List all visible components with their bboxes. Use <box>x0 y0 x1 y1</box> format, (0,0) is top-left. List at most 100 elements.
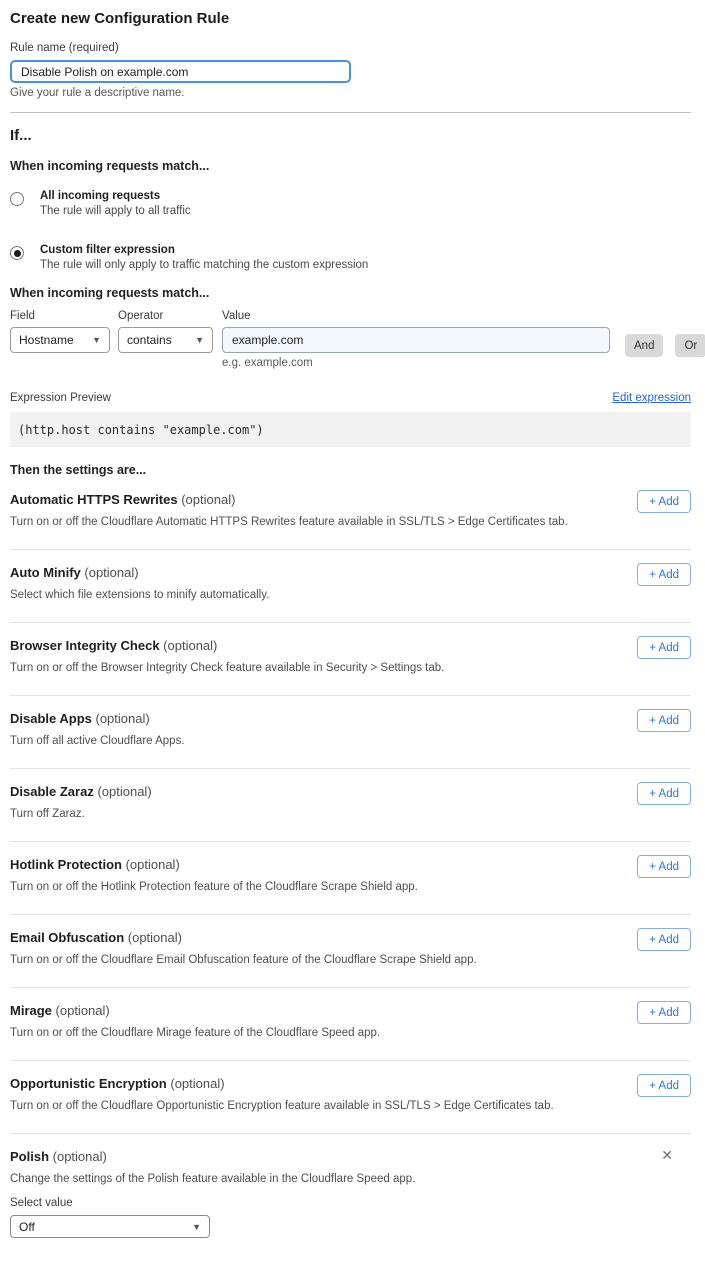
expression-builder-row: Field Hostname ▼ Operator contains ▼ Val… <box>10 310 691 369</box>
page-title: Create new Configuration Rule <box>10 10 691 27</box>
divider <box>10 112 691 113</box>
rule-name-help: Give your rule a descriptive name. <box>10 87 691 99</box>
polish-value-select[interactable]: Off ▼ <box>10 1215 210 1238</box>
radio-option-custom-filter-expression[interactable]: Custom filter expression The rule will o… <box>10 244 691 271</box>
incoming-requests-match-heading: When incoming requests match... <box>10 159 691 173</box>
close-icon[interactable]: ✕ <box>661 1148 673 1162</box>
rule-name-input[interactable] <box>10 60 351 83</box>
add-button[interactable]: + Add <box>637 928 691 951</box>
setting-optional-text: (optional) <box>181 492 235 507</box>
setting-title: Polish (optional) <box>10 1149 691 1164</box>
setting-title-text: Browser Integrity Check <box>10 638 160 653</box>
setting-section-auto-minify: Auto Minify (optional) + Add Select whic… <box>10 550 691 623</box>
setting-title: Hotlink Protection (optional) <box>10 857 691 872</box>
edit-expression-link[interactable]: Edit expression <box>612 392 691 404</box>
setting-description: Turn off all active Cloudflare Apps. <box>10 735 691 747</box>
setting-section-mirage: Mirage (optional) + Add Turn on or off t… <box>10 988 691 1061</box>
setting-title: Email Obfuscation (optional) <box>10 930 691 945</box>
add-button[interactable]: + Add <box>637 709 691 732</box>
setting-description: Turn on or off the Browser Integrity Che… <box>10 662 691 674</box>
expression-code-text: (http.host contains "example.com") <box>18 423 264 437</box>
operator-select[interactable]: contains ▼ <box>118 327 213 353</box>
add-button[interactable]: + Add <box>637 1001 691 1024</box>
field-column: Field Hostname ▼ <box>10 310 110 353</box>
setting-title-text: Polish <box>10 1149 49 1164</box>
setting-section-polish: Polish (optional) ✕ Change the settings … <box>10 1134 691 1238</box>
setting-title: Browser Integrity Check (optional) <box>10 638 691 653</box>
setting-description: Turn on or off the Cloudflare Opportunis… <box>10 1100 691 1112</box>
setting-optional-text: (optional) <box>56 1003 110 1018</box>
radio-label: Custom filter expression <box>40 244 368 256</box>
value-help: e.g. example.com <box>222 357 610 369</box>
operator-label: Operator <box>118 310 213 322</box>
chevron-down-icon: ▼ <box>92 335 101 345</box>
setting-title-text: Opportunistic Encryption <box>10 1076 167 1091</box>
create-configuration-rule-form: Create new Configuration Rule Rule name … <box>10 0 691 1238</box>
setting-description: Turn on or off the Cloudflare Email Obfu… <box>10 954 691 966</box>
setting-title-text: Hotlink Protection <box>10 857 122 872</box>
setting-description: Turn on or off the Cloudflare Automatic … <box>10 516 691 528</box>
setting-optional-text: (optional) <box>170 1076 224 1091</box>
radio-button-icon[interactable] <box>10 192 24 206</box>
setting-description: Change the settings of the Polish featur… <box>10 1173 691 1185</box>
radio-description: The rule will only apply to traffic matc… <box>40 259 368 271</box>
chevron-down-icon: ▼ <box>195 335 204 345</box>
chevron-down-icon: ▼ <box>192 1222 201 1232</box>
setting-description: Turn on or off the Hotlink Protection fe… <box>10 881 691 893</box>
setting-section-automatic-https-rewrites: Automatic HTTPS Rewrites (optional) + Ad… <box>10 477 691 550</box>
setting-section-opportunistic-encryption: Opportunistic Encryption (optional) + Ad… <box>10 1061 691 1134</box>
setting-section-browser-integrity-check: Browser Integrity Check (optional) + Add… <box>10 623 691 696</box>
value-label: Value <box>222 310 610 322</box>
setting-optional-text: (optional) <box>84 565 138 580</box>
expression-preview-header: Expression Preview Edit expression <box>10 392 691 404</box>
setting-title: Automatic HTTPS Rewrites (optional) <box>10 492 691 507</box>
add-button[interactable]: + Add <box>637 636 691 659</box>
field-select[interactable]: Hostname ▼ <box>10 327 110 353</box>
select-value-label: Select value <box>10 1197 691 1209</box>
setting-optional-text: (optional) <box>128 930 182 945</box>
setting-title-text: Disable Zaraz <box>10 784 94 799</box>
field-label: Field <box>10 310 110 322</box>
radio-option-all-incoming-requests[interactable]: All incoming requests The rule will appl… <box>10 190 691 217</box>
add-button[interactable]: + Add <box>637 782 691 805</box>
and-button[interactable]: And <box>625 334 663 357</box>
radio-button-icon-selected[interactable] <box>10 246 24 260</box>
setting-title: Auto Minify (optional) <box>10 565 691 580</box>
field-select-value: Hostname <box>19 333 74 347</box>
setting-section-disable-zaraz: Disable Zaraz (optional) + Add Turn off … <box>10 769 691 842</box>
then-settings-heading: Then the settings are... <box>10 463 691 477</box>
setting-section-hotlink-protection: Hotlink Protection (optional) + Add Turn… <box>10 842 691 915</box>
setting-title-text: Mirage <box>10 1003 52 1018</box>
setting-optional-text: (optional) <box>97 784 151 799</box>
expression-preview-code: (http.host contains "example.com") <box>10 412 691 447</box>
setting-title-text: Email Obfuscation <box>10 930 124 945</box>
add-button[interactable]: + Add <box>637 490 691 513</box>
setting-title: Disable Zaraz (optional) <box>10 784 691 799</box>
or-button[interactable]: Or <box>675 334 705 357</box>
add-button[interactable]: + Add <box>637 563 691 586</box>
setting-section-email-obfuscation: Email Obfuscation (optional) + Add Turn … <box>10 915 691 988</box>
setting-title: Mirage (optional) <box>10 1003 691 1018</box>
setting-optional-text: (optional) <box>53 1149 107 1164</box>
rule-name-label: Rule name (required) <box>10 42 691 54</box>
value-column: Value e.g. example.com <box>222 310 610 369</box>
setting-title-text: Auto Minify <box>10 565 81 580</box>
polish-select-value: Off <box>19 1220 35 1234</box>
if-heading: If... <box>10 127 691 144</box>
setting-optional-text: (optional) <box>163 638 217 653</box>
setting-title: Disable Apps (optional) <box>10 711 691 726</box>
operator-select-value: contains <box>127 333 172 347</box>
add-button[interactable]: + Add <box>637 855 691 878</box>
request-match-radio-group: All incoming requests The rule will appl… <box>10 190 691 271</box>
expression-preview-label: Expression Preview <box>10 392 111 404</box>
setting-description: Turn off Zaraz. <box>10 808 691 820</box>
setting-description: Turn on or off the Cloudflare Mirage fea… <box>10 1027 691 1039</box>
radio-description: The rule will apply to all traffic <box>40 205 191 217</box>
radio-label: All incoming requests <box>40 190 191 202</box>
setting-title-text: Automatic HTTPS Rewrites <box>10 492 178 507</box>
value-input[interactable] <box>222 327 610 353</box>
setting-optional-text: (optional) <box>96 711 150 726</box>
expression-builder-heading: When incoming requests match... <box>10 286 691 300</box>
operator-column: Operator contains ▼ <box>118 310 213 353</box>
add-button[interactable]: + Add <box>637 1074 691 1097</box>
